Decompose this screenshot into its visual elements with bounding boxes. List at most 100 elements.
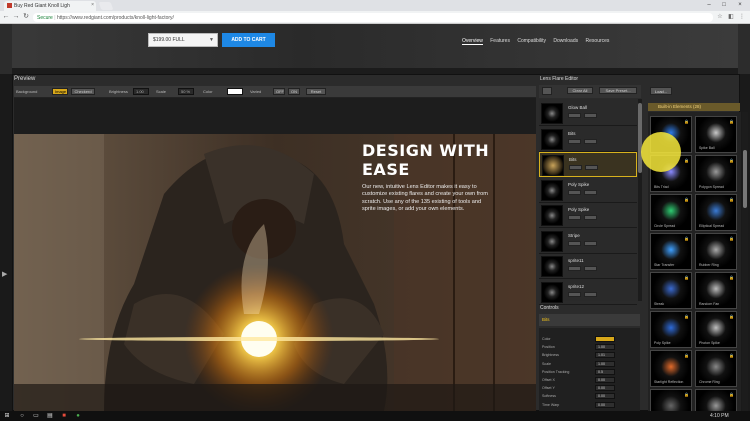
- element-tile[interactable]: Spike Ball 🔒: [695, 116, 737, 153]
- lens-element-solo-button[interactable]: [584, 266, 597, 271]
- color-swatch[interactable]: [227, 88, 243, 95]
- control-value-input[interactable]: 0.00: [595, 401, 615, 408]
- cursor-highlight: [641, 132, 681, 172]
- reload-icon[interactable]: ↻: [22, 13, 30, 21]
- reset-button[interactable]: Reset: [306, 88, 326, 95]
- lens-element-toggle-button[interactable]: [568, 215, 581, 220]
- lens-element-solo-button[interactable]: [584, 240, 597, 246]
- element-tile[interactable]: Star Transfer 🔒: [650, 233, 692, 270]
- control-value-input[interactable]: 1.00: [595, 344, 615, 351]
- control-value-input[interactable]: 0.00: [595, 385, 615, 392]
- lens-element-solo-button[interactable]: [585, 165, 598, 170]
- lens-element-solo-button[interactable]: [584, 138, 597, 144]
- price-select[interactable]: $199.00 FULL ▼: [148, 33, 218, 47]
- element-tile[interactable]: Poly Spike 🔒: [650, 311, 692, 348]
- lens-element-row[interactable]: Poly Spike: [539, 178, 637, 203]
- back-icon[interactable]: ←: [2, 13, 10, 21]
- maximize-icon[interactable]: □: [717, 0, 731, 10]
- lens-element-row[interactable]: sprite11: [539, 254, 637, 279]
- url-input[interactable]: Secure | https://www.redgiant.com/produc…: [33, 13, 713, 22]
- lens-element-toggle-button[interactable]: [568, 240, 581, 246]
- close-window-icon[interactable]: ×: [733, 0, 747, 10]
- background-label: Background: [16, 89, 38, 94]
- elements-scrollbar[interactable]: [742, 112, 748, 411]
- control-label: Scale: [542, 361, 551, 366]
- lens-element-solo-button[interactable]: [584, 215, 597, 220]
- chrome-icon[interactable]: ●: [74, 412, 82, 420]
- lens-element-row[interactable]: Stripe: [539, 229, 637, 254]
- lens-element-solo-button[interactable]: [584, 291, 597, 297]
- element-tile[interactable]: Polygon Spread 🔒: [695, 155, 737, 192]
- lens-element-toggle-button[interactable]: [569, 165, 582, 170]
- start-icon[interactable]: ⊞: [3, 412, 11, 420]
- element-tile[interactable]: Chrome Ring 🔒: [695, 350, 737, 387]
- lens-element-toggle-button[interactable]: [568, 266, 581, 271]
- lens-element-row[interactable]: Glow Ball: [539, 101, 637, 126]
- forward-icon[interactable]: →: [12, 13, 20, 21]
- element-tile[interactable]: Photon Spike 🔒: [695, 311, 737, 348]
- app-icon[interactable]: ■: [60, 412, 68, 420]
- lens-element-toggle-button[interactable]: [568, 291, 581, 297]
- element-tile-name: Starlight Reflection: [654, 380, 684, 384]
- clear-all-button[interactable]: Clear All: [567, 87, 593, 94]
- lens-element-solo-button[interactable]: [584, 189, 597, 195]
- elements-scroll-thumb[interactable]: [743, 150, 747, 208]
- editor-scroll-thumb[interactable]: [638, 103, 642, 173]
- nav-downloads[interactable]: Downloads: [553, 38, 578, 44]
- new-tab-button[interactable]: [98, 2, 114, 10]
- lens-element-row[interactable]: Bits: [539, 127, 637, 152]
- element-tile[interactable]: Streak 🔒: [650, 272, 692, 309]
- minimize-icon[interactable]: –: [702, 0, 716, 10]
- varied-off-button[interactable]: OFF: [273, 88, 285, 95]
- close-tab-icon[interactable]: ×: [91, 2, 94, 8]
- bookmark-star-icon[interactable]: ☆: [716, 13, 724, 21]
- lens-element-solo-button[interactable]: [584, 113, 597, 118]
- control-value-input[interactable]: 1.01: [595, 352, 615, 359]
- control-value-input[interactable]: [595, 336, 615, 342]
- lens-element-row[interactable]: sprite12: [539, 280, 637, 305]
- element-tile[interactable]: Random Fan 🔒: [695, 272, 737, 309]
- control-value-input[interactable]: 0.5: [595, 368, 615, 375]
- task-view-icon[interactable]: ▭: [32, 412, 40, 420]
- varied-on-button[interactable]: ON: [288, 88, 300, 95]
- nav-resources[interactable]: Resources: [586, 38, 610, 44]
- element-tile[interactable]: Starlight Reflection 🔒: [650, 350, 692, 387]
- element-tile[interactable]: Circle Spread 🔒: [650, 194, 692, 231]
- explorer-icon[interactable]: ▤: [46, 412, 54, 420]
- nav-compatibility[interactable]: Compatibility: [517, 38, 546, 44]
- built-in-elements-header[interactable]: Built-in Elements (28): [648, 103, 740, 111]
- element-tile[interactable]: Elliptical Spread 🔒: [695, 194, 737, 231]
- bg-image-button[interactable]: Image: [52, 88, 68, 95]
- editor-scrollbar[interactable]: [638, 99, 642, 301]
- extension-icon[interactable]: ◧: [727, 13, 735, 21]
- bg-checkerd-button[interactable]: Checkerd: [71, 88, 95, 95]
- save-preset-button[interactable]: Save Preset...: [599, 87, 637, 94]
- lens-element-name: Poly Spike: [568, 181, 590, 187]
- element-tile-name: Polygon Spread: [699, 185, 724, 189]
- nav-overview[interactable]: Overview: [462, 38, 483, 45]
- lens-element-row[interactable]: Poly Spike: [539, 203, 637, 228]
- lens-element-name: Stripe: [568, 232, 580, 238]
- lens-element-row[interactable]: Bits: [539, 152, 637, 177]
- color-label: Color: [203, 89, 213, 94]
- control-value-input[interactable]: 0.00: [595, 377, 615, 383]
- add-to-cart-button[interactable]: ADD TO CART: [222, 33, 275, 47]
- lens-element-toggle-button[interactable]: [568, 189, 581, 195]
- search-icon[interactable]: ○: [18, 412, 26, 420]
- element-tile-name: Spike Ball: [699, 146, 715, 150]
- collapse-left-icon[interactable]: ▶: [2, 270, 7, 278]
- lens-element-toggle-button[interactable]: [568, 138, 581, 144]
- nav-features[interactable]: Features: [490, 38, 510, 44]
- lock-icon: 🔒: [684, 275, 689, 280]
- editor-title: Lens Flare Editor: [540, 76, 579, 82]
- lens-element-toggle-button[interactable]: [568, 113, 581, 118]
- browser-tab[interactable]: Buy Red Giant Knoll Ligh ×: [4, 1, 96, 11]
- menu-icon[interactable]: ⋮: [738, 13, 746, 21]
- brightness-input[interactable]: 1.00: [133, 88, 149, 95]
- scale-input[interactable]: 50 %: [178, 88, 194, 95]
- control-value-input[interactable]: 0.00: [595, 393, 615, 400]
- editor-options-icon[interactable]: [542, 87, 552, 95]
- load-button[interactable]: Load...: [650, 87, 672, 95]
- element-tile[interactable]: Rubber Ring 🔒: [695, 233, 737, 270]
- control-value-input[interactable]: 1.00: [595, 360, 615, 367]
